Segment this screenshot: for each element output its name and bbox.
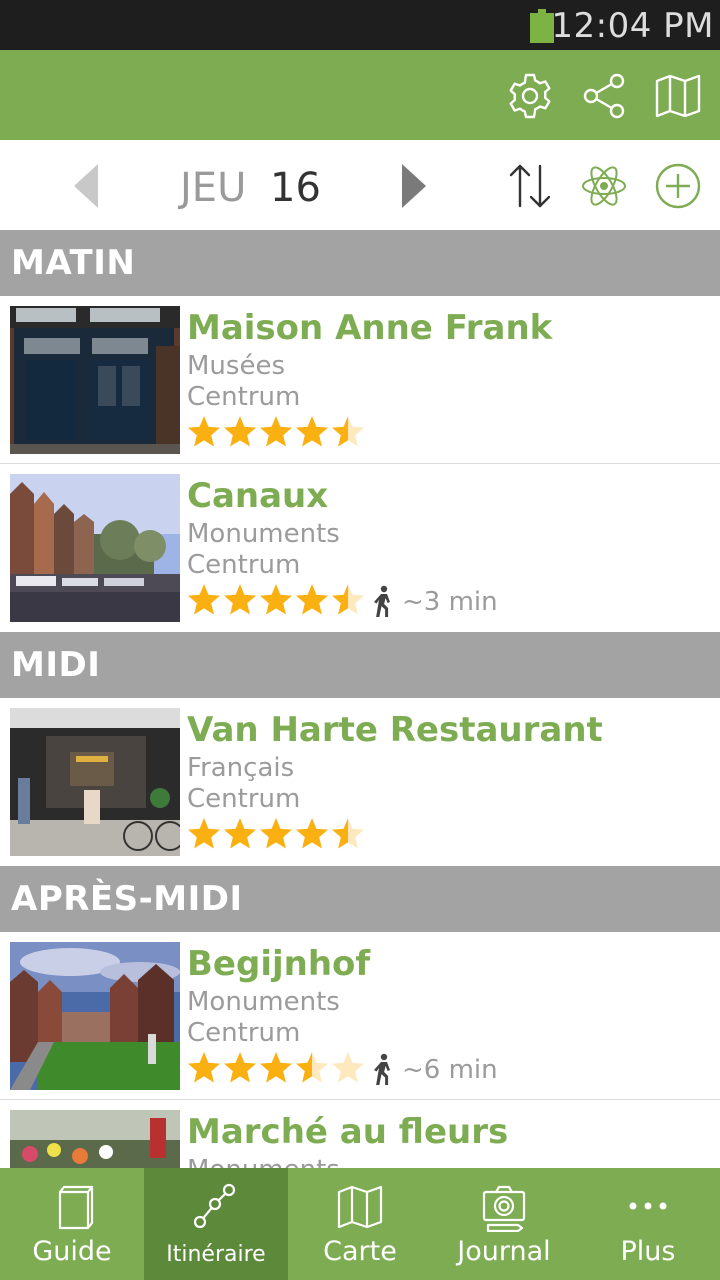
place-item[interactable]: Van Harte Restaurant Français Centrum [0, 698, 720, 866]
place-category: Français [187, 753, 295, 783]
star-icon [296, 818, 328, 849]
star-icon [296, 1052, 328, 1083]
star-icon [224, 584, 256, 615]
star-icon [224, 1052, 256, 1083]
section-header-matin: MATIN [0, 230, 720, 296]
star-rating [186, 1050, 366, 1088]
tab-label: Plus [620, 1236, 676, 1267]
action-bar [0, 50, 720, 140]
atom-icon [582, 166, 626, 206]
sort-icon [509, 164, 551, 208]
place-category: Monuments [187, 519, 340, 549]
star-icon [224, 818, 256, 849]
place-item[interactable]: Begijnhof Monuments Centrum ~6 min [0, 932, 720, 1100]
day-number: 16 [270, 165, 321, 211]
previous-day-button[interactable] [72, 164, 102, 208]
place-area: Centrum [187, 1018, 301, 1048]
place-item[interactable]: Maison Anne Frank Musées Centrum [0, 296, 720, 464]
star-icon [296, 584, 328, 615]
place-area: Centrum [187, 382, 301, 412]
star-icon [260, 416, 292, 447]
star-icon [332, 584, 364, 615]
gear-icon [509, 73, 551, 119]
place-category: Musées [187, 351, 285, 381]
walking-icon [372, 1053, 394, 1086]
tab-plus[interactable]: Plus [576, 1168, 720, 1280]
star-icon [224, 416, 256, 447]
walk-time: ~3 min [402, 587, 498, 617]
tab-carte[interactable]: Carte [288, 1168, 432, 1280]
star-icon [260, 584, 292, 615]
share-button[interactable] [580, 71, 630, 121]
chevron-left-icon [74, 164, 98, 208]
settings-button[interactable] [505, 71, 555, 121]
book-icon [47, 1182, 97, 1232]
place-item[interactable]: Canaux Monuments Centrum ~3 min [0, 464, 720, 632]
day-of-week: JEU [180, 165, 247, 211]
tab-itineraire[interactable]: Itinéraire [144, 1168, 288, 1280]
chevron-right-icon [402, 164, 426, 208]
tab-journal[interactable]: Journal [432, 1168, 576, 1280]
itinerary-list[interactable]: MATIN Maison Anne Frank Musées Centrum C… [0, 230, 720, 1168]
place-photo [10, 306, 180, 454]
map-icon [655, 74, 701, 118]
star-icon [188, 416, 220, 447]
status-bar: 12:04 PM [0, 0, 720, 50]
star-icon [260, 818, 292, 849]
place-category: Monuments [187, 987, 340, 1017]
add-place-button[interactable] [654, 162, 702, 210]
place-name: Marché au fleurs [187, 1112, 509, 1152]
tab-label: Journal [457, 1236, 551, 1267]
place-category: Monuments [187, 1155, 340, 1168]
star-rating [186, 816, 366, 854]
tab-label: Guide [32, 1236, 112, 1267]
camera-icon [479, 1182, 529, 1233]
date-navigator: JEU 16 [0, 140, 720, 230]
bottom-navigation: Guide Itinéraire Carte Journal Plus [0, 1168, 720, 1280]
star-icon [260, 1052, 292, 1083]
sort-button[interactable] [506, 162, 554, 210]
star-icon [332, 416, 364, 447]
star-icon [188, 1052, 220, 1083]
route-icon [191, 1182, 241, 1232]
tab-label: Itinéraire [166, 1242, 266, 1267]
star-rating [186, 582, 366, 620]
tab-label: Carte [323, 1236, 397, 1267]
place-name: Maison Anne Frank [187, 308, 553, 348]
star-icon [332, 1052, 364, 1083]
place-name: Begijnhof [187, 944, 371, 984]
place-photo [10, 942, 180, 1090]
walk-time: ~6 min [402, 1055, 498, 1085]
place-area: Centrum [187, 784, 301, 814]
star-rating [186, 414, 366, 452]
map-icon [335, 1182, 385, 1232]
add-circle-icon [655, 163, 701, 209]
star-icon [332, 818, 364, 849]
optimize-button[interactable] [580, 162, 628, 210]
section-header-apres-midi: APRÈS-MIDI [0, 866, 720, 932]
next-day-button[interactable] [398, 164, 428, 208]
place-name: Van Harte Restaurant [187, 710, 603, 750]
place-area: Centrum [187, 550, 301, 580]
more-icon [623, 1182, 673, 1232]
status-time: 12:04 PM [551, 6, 714, 46]
walking-icon [372, 585, 394, 618]
place-photo [10, 474, 180, 622]
place-photo [10, 1110, 180, 1168]
star-icon [296, 416, 328, 447]
place-item[interactable]: Marché au fleurs Monuments [0, 1100, 720, 1168]
place-name: Canaux [187, 476, 329, 516]
tab-guide[interactable]: Guide [0, 1168, 144, 1280]
share-icon [583, 73, 625, 119]
star-icon [188, 818, 220, 849]
place-photo [10, 708, 180, 856]
map-button[interactable] [653, 71, 703, 121]
section-header-midi: MIDI [0, 632, 720, 698]
star-icon [188, 584, 220, 615]
